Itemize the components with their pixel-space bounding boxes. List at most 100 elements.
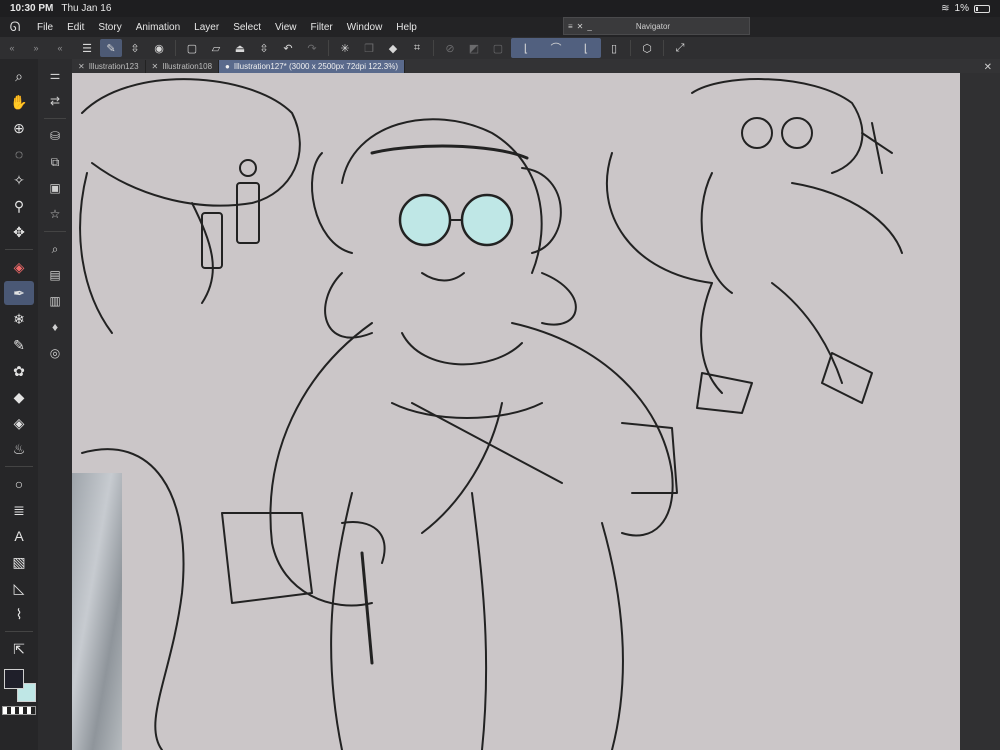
panel-collapse-icon[interactable]: ✕ xyxy=(984,62,1000,73)
collapse-right-icon[interactable]: » xyxy=(33,43,38,53)
menu-icon[interactable]: ☰ xyxy=(76,39,98,57)
lasso-icon[interactable]: ◌ xyxy=(4,142,34,166)
divider xyxy=(630,40,631,56)
shield-icon[interactable]: ⬡ xyxy=(636,39,658,57)
ruler-curve-icon[interactable]: ⌒ xyxy=(545,39,567,57)
eyedropper-icon[interactable]: ⚲ xyxy=(4,194,34,218)
new-file-icon[interactable]: ▢ xyxy=(181,39,203,57)
move-icon[interactable]: ✥ xyxy=(4,220,34,244)
menu-window[interactable]: Window xyxy=(340,22,390,33)
filmstrip-icon[interactable]: ▥ xyxy=(42,290,68,312)
expand-icon[interactable]: ⤢ xyxy=(669,39,691,57)
minimize-icon[interactable]: _ xyxy=(587,22,591,31)
app-logo-icon[interactable]: ᘏ xyxy=(0,19,30,35)
canvas-area[interactable] xyxy=(72,73,1000,750)
crop-icon[interactable]: ⌗ xyxy=(406,39,428,57)
airbrush-icon[interactable]: ✿ xyxy=(4,359,34,383)
navigator-title: Navigator xyxy=(635,21,671,31)
gradient-icon[interactable]: ▧ xyxy=(4,550,34,574)
pen-red-icon[interactable]: ◈ xyxy=(4,255,34,279)
divider xyxy=(5,631,33,632)
drawing-canvas[interactable] xyxy=(72,73,960,750)
menu-layer[interactable]: Layer xyxy=(187,22,226,33)
battery-icon xyxy=(974,4,990,13)
status-bar: 10:30 PM Thu Jan 16 ≋ 1% xyxy=(0,0,1000,17)
search-icon[interactable]: ⌕ xyxy=(42,238,68,260)
layers-icon[interactable]: ≣ xyxy=(4,498,34,522)
divider xyxy=(433,40,434,56)
hand-icon[interactable]: ✋ xyxy=(4,90,34,114)
image-icon[interactable]: ▣ xyxy=(42,177,68,199)
eraser-icon[interactable]: ◈ xyxy=(4,411,34,435)
tab-illustration123[interactable]: ✕ Illustration123 xyxy=(72,60,146,73)
collapse-left-icon-2[interactable]: « xyxy=(57,43,62,53)
drag-handle-icon[interactable]: ≡ xyxy=(568,22,573,31)
transfer-icon[interactable]: ⇄ xyxy=(42,90,68,112)
canvas-side-panel[interactable] xyxy=(960,73,1000,750)
menu-story[interactable]: Story xyxy=(91,22,128,33)
menu-edit[interactable]: Edit xyxy=(60,22,91,33)
magnifier-icon[interactable]: ⌕ xyxy=(4,64,34,88)
move-layer-icon[interactable]: ⊕ xyxy=(4,116,34,140)
undo-icon[interactable]: ↶ xyxy=(277,39,299,57)
menu-select[interactable]: Select xyxy=(226,22,268,33)
main-color-swatch[interactable] xyxy=(4,669,24,689)
menu-file[interactable]: File xyxy=(30,22,60,33)
redo-icon[interactable]: ↷ xyxy=(301,39,323,57)
fill-icon[interactable]: ◆ xyxy=(4,385,34,409)
circle-icon[interactable]: ○ xyxy=(4,472,34,496)
stack-icon[interactable]: ⛁ xyxy=(42,125,68,147)
color-swatches xyxy=(2,666,38,706)
expand-arrows-icon[interactable]: ⇳ xyxy=(124,39,146,57)
open-folder-icon[interactable]: ▱ xyxy=(205,39,227,57)
magic-wand-icon[interactable]: ✧ xyxy=(4,168,34,192)
sliders-icon[interactable]: ⚌ xyxy=(42,64,68,86)
menu-view[interactable]: View xyxy=(268,22,304,33)
tab-illustration108[interactable]: ✕ Illustration108 xyxy=(146,60,220,73)
ruler-on-icon[interactable]: ⌊ xyxy=(515,39,537,57)
collapse-left-icon[interactable]: « xyxy=(9,43,14,53)
select-tool-icon[interactable]: ⇱ xyxy=(4,637,34,661)
ruler-line-icon[interactable]: ⌊ xyxy=(575,39,597,57)
shape-icon[interactable]: ⌇ xyxy=(4,602,34,626)
save-icon[interactable]: ⏏ xyxy=(229,39,251,57)
arrows-icon[interactable]: ⇳ xyxy=(253,39,275,57)
menu-filter[interactable]: Filter xyxy=(303,22,339,33)
layer-stack-icon[interactable]: ⧉ xyxy=(42,151,68,173)
divider xyxy=(5,466,33,467)
divider xyxy=(5,249,33,250)
tool-palette: ⌕ ✋ ⊕ ◌ ✧ ⚲ ✥ ◈ ✒ ❄ ✎ ✿ ◆ ◈ ♨ ○ ≣ A ▧ ◺ … xyxy=(0,59,38,750)
close-icon[interactable]: ✕ xyxy=(78,62,85,71)
mask-icon[interactable]: ◩ xyxy=(463,39,485,57)
transparent-color-swatch[interactable] xyxy=(2,706,36,715)
menu-animation[interactable]: Animation xyxy=(129,22,187,33)
blend-icon[interactable]: ♨ xyxy=(4,437,34,461)
divider xyxy=(44,118,66,119)
loading-icon[interactable]: ✳ xyxy=(334,39,356,57)
duplicate-icon[interactable]: ❐ xyxy=(358,39,380,57)
star-frame-icon[interactable]: ☆ xyxy=(42,203,68,225)
menu-bar: ᘏ File Edit Story Animation Layer Select… xyxy=(0,17,1000,37)
close-icon[interactable]: ✕ xyxy=(577,22,584,31)
deselect-icon[interactable]: ⊘ xyxy=(439,39,461,57)
camera-icon[interactable]: ◎ xyxy=(42,342,68,364)
text-icon[interactable]: A xyxy=(4,524,34,548)
pen-icon[interactable]: ✒ xyxy=(4,281,34,305)
brush-icon[interactable]: ✎ xyxy=(4,333,34,357)
square-icon[interactable]: ▢ xyxy=(487,39,509,57)
edit-layer-icon[interactable]: ✎ xyxy=(100,39,122,57)
droplets-icon[interactable]: ♦ xyxy=(42,316,68,338)
menu-help[interactable]: Help xyxy=(389,22,424,33)
bucket-icon[interactable]: ◆ xyxy=(382,39,404,57)
tab-label: Illustration108 xyxy=(162,62,213,71)
phone-icon[interactable]: ▯ xyxy=(603,39,625,57)
tab-illustration127[interactable]: ● Illustration127* (3000 x 2500px 72dpi … xyxy=(219,60,405,73)
status-time: 10:30 PM xyxy=(10,3,54,14)
ruler-icon[interactable]: ◺ xyxy=(4,576,34,600)
navigator-panel[interactable]: ≡ ✕ _ Navigator xyxy=(563,17,750,35)
command-bar: ☰ ✎ ⇳ ◉ ▢ ▱ ⏏ ⇳ ↶ ↷ ✳ ❐ ◆ ⌗ ⊘ ◩ ▢ ⌊ ⌒ ⌊ … xyxy=(72,37,1000,59)
snowflake-icon[interactable]: ❄ xyxy=(4,307,34,331)
close-icon[interactable]: ✕ xyxy=(152,62,159,71)
document-icon[interactable]: ▤ xyxy=(42,264,68,286)
reference-icon[interactable]: ◉ xyxy=(148,39,170,57)
